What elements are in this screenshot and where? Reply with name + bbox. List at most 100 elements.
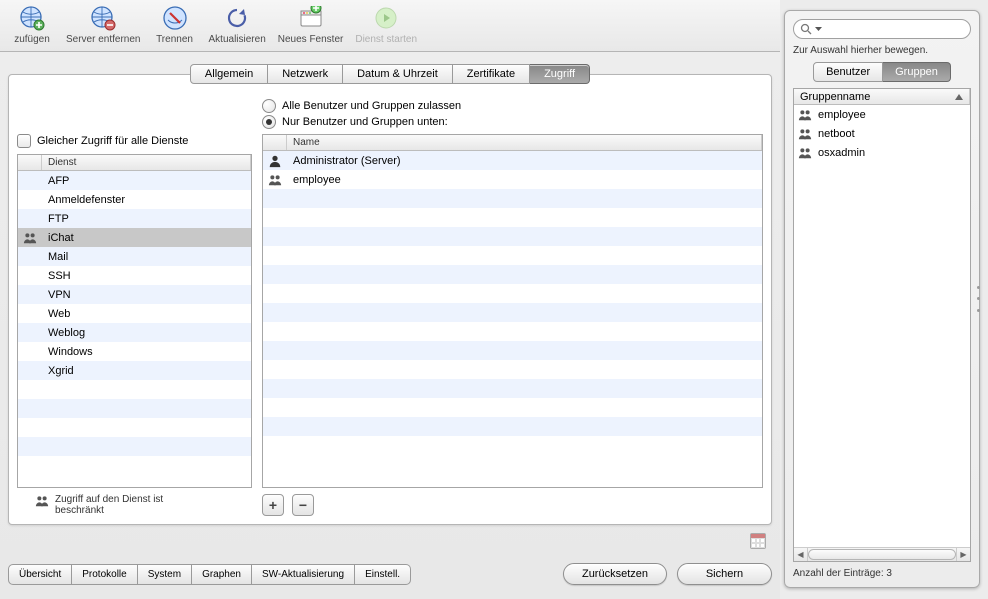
services-body[interactable]: AFP Anmeldefenster FTP iChat Mail SSH VPN Web We… — [18, 171, 251, 487]
save-button[interactable]: Sichern — [677, 563, 772, 585]
drawer-list: Gruppenname employee netbootosxadmin ◀▶ — [793, 88, 971, 562]
tab-datum-uhrzeit[interactable]: Datum & Uhrzeit — [343, 64, 453, 84]
remove-button[interactable]: − — [292, 494, 314, 516]
table-row[interactable]: Web — [18, 304, 251, 323]
globe-minus-icon — [90, 5, 116, 31]
table-row[interactable]: Weblog — [18, 323, 251, 342]
list-item[interactable]: netboot — [794, 124, 970, 143]
tab-zertifikate[interactable]: Zertifikate — [453, 64, 530, 84]
toolbar-add-server[interactable]: zufügen — [4, 4, 60, 45]
drawer-tabs: Benutzer Gruppen — [793, 62, 971, 82]
globe-plus-icon — [19, 5, 45, 31]
table-row[interactable]: Anmeldefenster — [18, 190, 251, 209]
drawer-list-body[interactable]: employee netbootosxadmin — [794, 105, 970, 547]
table-row[interactable] — [263, 360, 762, 379]
bottom-segmented: Übersicht Protokolle System Graphen SW-A… — [8, 564, 411, 585]
table-row[interactable] — [263, 227, 762, 246]
toolbar-refresh[interactable]: Aktualisieren — [203, 4, 272, 45]
list-item[interactable]: employee — [794, 105, 970, 124]
group-icon — [263, 173, 287, 187]
table-row[interactable]: Xgrid — [18, 361, 251, 380]
table-row[interactable]: Mail — [18, 247, 251, 266]
radio-listed-button[interactable] — [262, 115, 276, 129]
horizontal-scrollbar[interactable]: ◀▶ — [794, 547, 970, 561]
allowed-body[interactable]: Administrator (Server)employee — [263, 151, 762, 487]
allowed-header: Name — [263, 135, 762, 151]
table-row[interactable] — [263, 284, 762, 303]
allowed-column: Alle Benutzer und Gruppen zulassen Nur B… — [262, 98, 763, 516]
sort-indicator-icon — [955, 94, 963, 100]
radio-allow-listed[interactable]: Nur Benutzer und Gruppen unten: — [262, 115, 763, 129]
toolbar-remove-server[interactable]: Server entfernen — [60, 4, 147, 45]
table-row[interactable]: SSH — [18, 266, 251, 285]
table-row[interactable] — [18, 437, 251, 456]
seg-protokolle[interactable]: Protokolle — [72, 564, 137, 585]
table-row[interactable] — [263, 322, 762, 341]
group-name: employee — [794, 108, 970, 122]
same-access-label: Gleicher Zugriff für alle Dienste — [37, 135, 188, 147]
table-row[interactable] — [263, 303, 762, 322]
table-row[interactable] — [263, 189, 762, 208]
drawer-tab-users[interactable]: Benutzer — [813, 62, 883, 82]
seg-einstell[interactable]: Einstell. — [355, 564, 411, 585]
list-item[interactable]: osxadmin — [794, 143, 970, 162]
same-access-checkbox[interactable] — [17, 134, 31, 148]
table-row[interactable]: VPN — [18, 285, 251, 304]
table-row[interactable] — [263, 246, 762, 265]
tab-netzwerk[interactable]: Netzwerk — [268, 64, 343, 84]
table-row[interactable] — [18, 380, 251, 399]
table-row[interactable] — [263, 265, 762, 284]
service-name: FTP — [42, 213, 251, 225]
table-row[interactable]: Administrator (Server) — [263, 151, 762, 170]
drawer-list-header[interactable]: Gruppenname — [794, 89, 970, 105]
drawer-tab-groups[interactable]: Gruppen — [883, 62, 951, 82]
table-row[interactable]: iChat — [18, 228, 251, 247]
drawer-resize-handle[interactable] — [975, 282, 981, 316]
toolbar-new-window[interactable]: Neues Fenster — [272, 4, 350, 45]
table-row[interactable]: Windows — [18, 342, 251, 361]
radio-all-button[interactable] — [262, 99, 276, 113]
table-row[interactable] — [263, 398, 762, 417]
seg-system[interactable]: System — [138, 564, 192, 585]
seg-uebersicht[interactable]: Übersicht — [8, 564, 72, 585]
add-button[interactable]: + — [262, 494, 284, 516]
table-row[interactable] — [18, 399, 251, 418]
table-row[interactable] — [263, 208, 762, 227]
search-icon — [800, 23, 812, 35]
table-row[interactable] — [18, 456, 251, 475]
same-access-row[interactable]: Gleicher Zugriff für alle Dienste — [17, 134, 252, 148]
search-input[interactable] — [825, 23, 964, 35]
restricted-note: Zugriff auf den Dienst ist beschränkt — [55, 494, 205, 516]
seg-sw-akt[interactable]: SW-Aktualisierung — [252, 564, 355, 585]
service-name: SSH — [42, 270, 251, 282]
search-field[interactable] — [793, 19, 971, 39]
radio-allow-all[interactable]: Alle Benutzer und Gruppen zulassen — [262, 99, 763, 113]
service-name: Web — [42, 308, 251, 320]
table-row[interactable] — [263, 341, 762, 360]
seg-graphen[interactable]: Graphen — [192, 564, 252, 585]
table-row[interactable] — [263, 417, 762, 436]
service-name: Anmeldefenster — [42, 194, 251, 206]
table-row[interactable] — [263, 436, 762, 455]
table-row[interactable]: FTP — [18, 209, 251, 228]
calendar-icon[interactable] — [750, 533, 766, 549]
table-row[interactable]: AFP — [18, 171, 251, 190]
disconnect-icon — [162, 5, 188, 31]
service-name: iChat — [42, 232, 251, 244]
services-column: Gleicher Zugriff für alle Dienste Dienst… — [17, 98, 252, 516]
table-row[interactable]: employee — [263, 170, 762, 189]
service-name: Weblog — [42, 327, 251, 339]
tab-allgemein[interactable]: Allgemein — [190, 64, 268, 84]
drawer-count: Anzahl der Einträge: 3 — [793, 568, 971, 579]
play-icon — [374, 6, 398, 30]
new-window-icon — [298, 6, 324, 30]
reset-button[interactable]: Zurücksetzen — [563, 563, 667, 585]
table-row[interactable] — [18, 418, 251, 437]
refresh-icon — [225, 6, 249, 30]
table-row[interactable] — [263, 379, 762, 398]
toolbar-disconnect[interactable]: Trennen — [147, 4, 203, 45]
chevron-down-icon — [815, 26, 822, 33]
drawer: Zur Auswahl hierher bewegen. Benutzer Gr… — [784, 10, 980, 588]
zugriff-panel: Gleicher Zugriff für alle Dienste Dienst… — [8, 74, 772, 525]
tab-zugriff[interactable]: Zugriff — [530, 64, 590, 84]
